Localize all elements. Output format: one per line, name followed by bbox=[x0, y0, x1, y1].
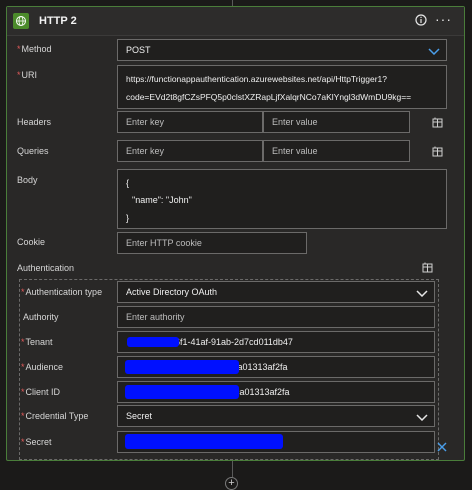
headers-key-placeholder: Enter key bbox=[126, 117, 165, 127]
body-line-1: { bbox=[126, 178, 130, 188]
chevron-down-icon bbox=[416, 290, 428, 297]
authority-input[interactable]: Enter authority bbox=[117, 306, 435, 328]
queries-label: Queries bbox=[17, 146, 49, 156]
more-options-button[interactable]: ··· bbox=[435, 11, 452, 27]
method-select[interactable]: POST bbox=[117, 39, 447, 61]
switch-to-text-mode-icon[interactable] bbox=[432, 117, 443, 128]
authentication-label: Authentication bbox=[17, 263, 75, 273]
authority-label: Authority bbox=[23, 312, 59, 322]
method-value: POST bbox=[126, 45, 151, 55]
authentication-type-value: Active Directory OAuth bbox=[126, 287, 218, 297]
uri-line-1: https://functionappauthentication.azurew… bbox=[126, 74, 387, 84]
headers-value-input[interactable]: Enter value bbox=[263, 111, 410, 133]
cookie-label: Cookie bbox=[17, 237, 46, 247]
headers-key-input[interactable]: Enter key bbox=[117, 111, 263, 133]
queries-key-input[interactable]: Enter key bbox=[117, 140, 263, 162]
queries-value-placeholder: Enter value bbox=[272, 146, 318, 156]
info-icon[interactable] bbox=[415, 14, 427, 26]
add-step-button[interactable]: + bbox=[225, 477, 238, 490]
switch-to-text-mode-icon[interactable] bbox=[432, 146, 443, 157]
close-icon[interactable] bbox=[437, 442, 447, 452]
switch-to-text-mode-icon[interactable] bbox=[422, 262, 433, 273]
uri-label: *URI bbox=[17, 70, 38, 80]
secret-label: *Secret bbox=[21, 437, 52, 447]
redaction-mark bbox=[127, 337, 179, 347]
credential-type-select[interactable]: Secret bbox=[117, 405, 435, 427]
queries-value-input[interactable]: Enter value bbox=[263, 140, 410, 162]
cookie-input[interactable]: Enter HTTP cookie bbox=[117, 232, 307, 254]
redaction-mark bbox=[125, 434, 283, 449]
client-id-label: *Client ID bbox=[21, 387, 61, 397]
card-title: HTTP 2 bbox=[39, 15, 77, 27]
headers-value-placeholder: Enter value bbox=[272, 117, 318, 127]
authority-placeholder: Enter authority bbox=[126, 312, 185, 322]
body-input[interactable]: { "name": "John" } bbox=[117, 169, 447, 229]
audience-value: ca01313af2fa bbox=[233, 362, 288, 372]
globe-icon bbox=[13, 13, 29, 29]
tenant-label: *Tenant bbox=[21, 337, 53, 347]
redaction-mark bbox=[125, 360, 239, 374]
uri-input[interactable]: https://functionappauthentication.azurew… bbox=[117, 65, 447, 109]
body-line-3: } bbox=[126, 213, 130, 223]
credential-type-label: *Credential Type bbox=[21, 411, 89, 421]
redaction-mark bbox=[125, 385, 239, 399]
body-line-2: "name": "John" bbox=[132, 195, 192, 205]
uri-line-2: code=EVd2t8gfCZsPFQ5p0clstXZRapLjfXalqrN… bbox=[126, 92, 412, 102]
client-id-value: -ca01313af2fa bbox=[232, 387, 290, 397]
credential-type-value: Secret bbox=[126, 411, 153, 421]
audience-label: *Audience bbox=[21, 362, 64, 372]
chevron-down-icon bbox=[416, 414, 428, 421]
method-label: *Method bbox=[17, 44, 52, 54]
cookie-placeholder: Enter HTTP cookie bbox=[126, 238, 202, 248]
bottom-connector bbox=[232, 461, 233, 477]
http-action-card: HTTP 2 ··· *Method POST *URI https://fun… bbox=[6, 6, 465, 461]
card-header[interactable]: HTTP 2 ··· bbox=[7, 7, 464, 36]
queries-key-placeholder: Enter key bbox=[126, 146, 165, 156]
authentication-type-label: *Authentication type bbox=[21, 287, 103, 297]
authentication-type-select[interactable]: Active Directory OAuth bbox=[117, 281, 435, 303]
body-label: Body bbox=[17, 175, 38, 185]
chevron-down-icon bbox=[428, 48, 440, 55]
tenant-value: 86f1-41af-91ab-2d7cd011db47 bbox=[170, 337, 293, 347]
headers-label: Headers bbox=[17, 117, 52, 127]
